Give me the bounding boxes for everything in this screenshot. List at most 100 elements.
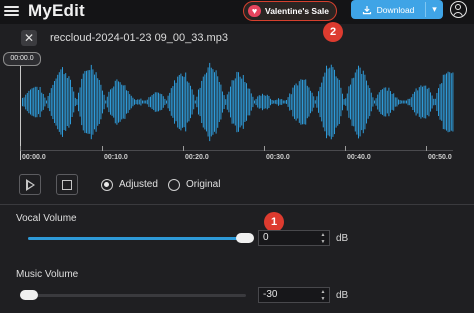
waveform-bar bbox=[262, 93, 263, 111]
close-file-button[interactable]: ✕ bbox=[21, 30, 37, 46]
download-button[interactable]: Download bbox=[351, 0, 425, 19]
waveform-bar bbox=[162, 96, 164, 108]
waveform-bar bbox=[406, 100, 407, 104]
music-volume-track[interactable] bbox=[20, 294, 246, 297]
radio-adjusted[interactable] bbox=[101, 179, 113, 191]
waveform-bar bbox=[26, 93, 28, 112]
waveform-bar bbox=[190, 85, 191, 119]
waveform-bar bbox=[90, 64, 92, 140]
music-volume-thumb[interactable] bbox=[20, 290, 38, 300]
download-icon bbox=[362, 5, 371, 14]
stop-button[interactable] bbox=[56, 174, 78, 195]
waveform-bar bbox=[372, 97, 374, 107]
waveform-bar bbox=[41, 92, 43, 112]
stop-icon bbox=[62, 180, 72, 190]
waveform-bar bbox=[439, 84, 441, 120]
waveform-bar bbox=[394, 97, 396, 107]
decrement-icon[interactable]: ▼ bbox=[319, 296, 327, 302]
waveform-bar bbox=[49, 92, 51, 112]
waveform-bar bbox=[167, 95, 169, 109]
waveform-bar bbox=[68, 76, 70, 128]
waveform-bar bbox=[234, 78, 236, 126]
waveform-bar bbox=[402, 100, 404, 104]
vocal-volume-thumb[interactable] bbox=[236, 233, 254, 243]
vocal-volume-fill bbox=[28, 237, 245, 240]
waveform-bar bbox=[214, 72, 215, 132]
chevron-down-icon[interactable]: ▾ bbox=[426, 0, 443, 19]
radio-original[interactable] bbox=[168, 179, 180, 191]
waveform-bar bbox=[236, 71, 238, 133]
heart-icon: ♥ bbox=[248, 5, 261, 17]
waveform-bar bbox=[252, 96, 254, 108]
waveform-bar bbox=[370, 92, 372, 112]
waveform-bar bbox=[359, 67, 361, 137]
waveform-bar bbox=[193, 94, 195, 110]
waveform-bar bbox=[196, 96, 198, 108]
waveform-bar bbox=[399, 100, 401, 104]
waveform-bar bbox=[446, 73, 447, 131]
waveform-bar bbox=[422, 86, 423, 118]
waveform-bar bbox=[95, 72, 97, 132]
waveform-bar bbox=[393, 93, 395, 111]
waveform-bar bbox=[122, 85, 124, 119]
waveform-bar bbox=[198, 89, 199, 115]
waveform-bar bbox=[342, 93, 343, 111]
waveform-bar bbox=[74, 97, 76, 107]
waveform-bar bbox=[300, 79, 302, 125]
waveform-bar bbox=[111, 88, 113, 116]
waveform-bar bbox=[22, 97, 23, 107]
user-account-icon[interactable] bbox=[450, 1, 467, 18]
waveform-bar bbox=[66, 78, 68, 126]
waveform-bar bbox=[428, 87, 430, 117]
waveform-bar bbox=[410, 97, 412, 107]
waveform-bar bbox=[302, 79, 303, 125]
waveform-bar bbox=[447, 71, 449, 133]
timeline-tick bbox=[426, 146, 427, 151]
waveform-bar bbox=[127, 91, 129, 113]
waveform-bar bbox=[444, 74, 446, 130]
waveform-bar bbox=[289, 93, 291, 111]
increment-icon[interactable]: ▲ bbox=[319, 232, 327, 238]
waveform-bar bbox=[271, 100, 273, 104]
waveform-bar bbox=[258, 95, 260, 109]
waveform-bar bbox=[121, 84, 123, 120]
increment-icon[interactable]: ▲ bbox=[319, 289, 327, 295]
waveform-bar bbox=[119, 82, 121, 122]
waveform-bar bbox=[353, 77, 355, 127]
waveform-bar bbox=[209, 62, 211, 142]
waveform-bar bbox=[65, 73, 67, 131]
waveform-bar bbox=[30, 89, 31, 115]
waveform-bar bbox=[382, 89, 383, 115]
waveform-bar bbox=[265, 95, 267, 109]
app-title: MyEdit bbox=[28, 1, 85, 20]
vocal-volume-input[interactable]: 0 ▲ ▼ bbox=[258, 230, 330, 246]
music-volume-label: Music Volume bbox=[16, 269, 79, 280]
timeline-axis bbox=[20, 150, 453, 151]
waveform-bar bbox=[247, 88, 249, 116]
waveform-bar bbox=[134, 99, 135, 105]
decrement-icon[interactable]: ▼ bbox=[319, 239, 327, 245]
waveform-bar bbox=[278, 98, 279, 106]
annotation-badge: 2 bbox=[323, 22, 343, 42]
waveform-bar bbox=[324, 72, 326, 132]
waveform-bar bbox=[257, 96, 259, 108]
waveform-bar bbox=[124, 85, 126, 119]
waveform-bar bbox=[390, 91, 391, 113]
waveform-bar bbox=[143, 100, 145, 104]
play-button[interactable] bbox=[19, 174, 41, 195]
waveform-bar bbox=[70, 79, 71, 125]
valentines-sale-button[interactable]: ♥ Valentine's Sale bbox=[243, 1, 337, 21]
waveform-bar bbox=[106, 96, 108, 108]
waveform-bar bbox=[431, 95, 433, 109]
waveform-bar bbox=[358, 65, 359, 139]
waveform-bar bbox=[351, 78, 353, 126]
waveform-bar bbox=[380, 90, 382, 115]
waveform-bar bbox=[287, 97, 289, 107]
menu-icon[interactable] bbox=[4, 4, 19, 19]
waveform-bar bbox=[230, 86, 231, 118]
waveform-bar bbox=[151, 95, 153, 109]
waveform-bar bbox=[116, 79, 118, 125]
sale-label: Valentine's Sale bbox=[265, 6, 329, 16]
waveform-bar bbox=[28, 90, 30, 114]
music-volume-input[interactable]: -30 ▲ ▼ bbox=[258, 287, 330, 303]
